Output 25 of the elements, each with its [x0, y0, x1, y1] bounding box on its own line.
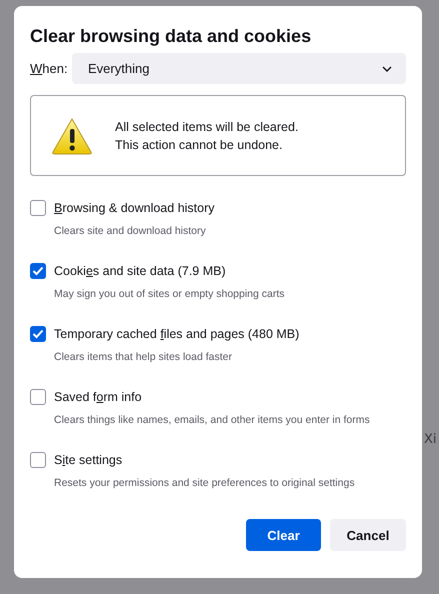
- option-label[interactable]: Temporary cached files and pages (480 MB): [54, 327, 300, 341]
- checkbox[interactable]: [30, 326, 46, 342]
- option-description: Clears things like names, emails, and other items you enter in forms: [54, 414, 371, 426]
- checkbox[interactable]: [30, 389, 46, 405]
- clear-button[interactable]: Clear: [246, 519, 321, 551]
- option-label[interactable]: Cookies and site data (7.9 MB): [54, 264, 226, 278]
- warning-text: This action cannot be undone.: [115, 138, 284, 152]
- chevron-down-icon: [382, 66, 392, 72]
- dialog-title: Clear browsing data and cookies: [30, 26, 312, 47]
- checkbox[interactable]: [30, 263, 46, 279]
- option-description: May sign you out of sites or empty shopping carts: [54, 288, 286, 300]
- option-description: Resets your permissions and site preferences to original settings: [54, 477, 356, 489]
- option-label[interactable]: Site settings: [54, 453, 122, 467]
- option-description: Clears site and download history: [54, 225, 207, 237]
- warning-icon: [51, 116, 93, 154]
- time-range-dropdown[interactable]: Everything: [72, 53, 406, 84]
- cancel-button[interactable]: Cancel: [330, 519, 406, 551]
- background-text: Xi: [424, 432, 437, 447]
- warning-text: All selected items will be cleared.: [115, 120, 298, 134]
- checkbox[interactable]: [30, 200, 46, 216]
- option-label[interactable]: Saved form info: [54, 390, 142, 404]
- checkbox[interactable]: [30, 452, 46, 468]
- option-label[interactable]: Browsing & download history: [54, 201, 215, 215]
- when-label: When:: [30, 61, 64, 76]
- option-description: Clears items that help sites load faster: [54, 351, 233, 363]
